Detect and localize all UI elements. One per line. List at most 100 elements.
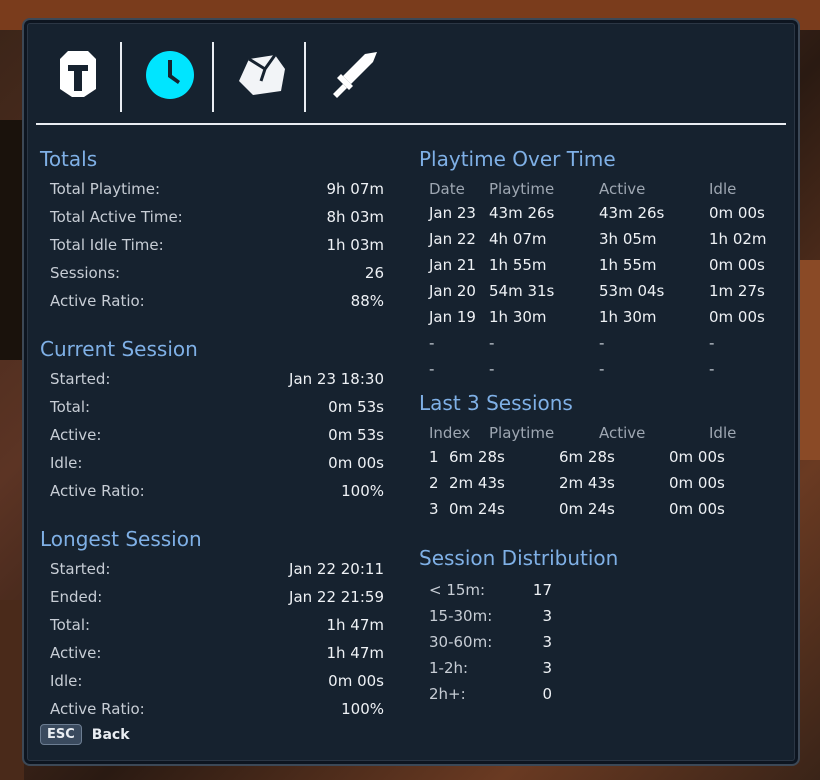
- longest-ended-label: Ended:: [50, 588, 103, 606]
- dist-value: 3: [542, 633, 552, 651]
- pot-cell: -: [709, 334, 715, 352]
- longest-session-title: Longest Session: [40, 527, 202, 551]
- pot-header-idle: Idle: [709, 180, 737, 198]
- ls-cell: 0m 24s: [559, 500, 615, 518]
- ls-cell: 0m 24s: [449, 500, 505, 518]
- pot-cell: 1h 55m: [489, 256, 547, 274]
- ls-cell: 0m 00s: [669, 448, 725, 466]
- ls-cell: 0m 00s: [669, 500, 725, 518]
- ls-cell: 2: [429, 474, 439, 492]
- tab-separator: [120, 42, 122, 112]
- longest-ended-value: Jan 22 21:59: [289, 588, 384, 606]
- totals-ratio-label: Active Ratio:: [50, 292, 145, 310]
- helmet-icon: [60, 51, 96, 97]
- pot-cell: 43m 26s: [489, 204, 555, 222]
- current-total-label: Total:: [50, 398, 91, 416]
- dist-value: 3: [542, 659, 552, 677]
- esc-key-badge: ESC: [40, 724, 82, 745]
- longest-total-label: Total:: [50, 616, 91, 634]
- totals-active-value: 8h 03m: [326, 208, 384, 226]
- stone-icon: [239, 54, 285, 95]
- totals-sessions-label: Sessions:: [50, 264, 121, 282]
- ls-cell: 2m 43s: [449, 474, 505, 492]
- dist-label: < 15m:: [429, 581, 486, 599]
- background-block: [0, 600, 24, 780]
- current-active-value: 0m 53s: [328, 426, 384, 444]
- pot-cell: -: [429, 334, 435, 352]
- totals-sessions-value: 26: [364, 264, 384, 282]
- back-label: Back: [91, 726, 130, 743]
- pot-cell: 54m 31s: [489, 282, 555, 300]
- clock-icon: [146, 51, 194, 99]
- pot-cell: -: [599, 360, 605, 378]
- tab-divider: [36, 123, 786, 125]
- longest-ratio-value: 100%: [341, 700, 384, 718]
- totals-idle-label: Total Idle Time:: [50, 236, 164, 254]
- pot-cell: 0m 00s: [709, 256, 765, 274]
- pot-cell: 1h 30m: [599, 308, 657, 326]
- stats-panel: Totals Total Playtime: 9h 07m Total Acti…: [22, 18, 800, 766]
- pot-cell: 0m 00s: [709, 204, 765, 222]
- pot-cell: Jan 21: [429, 256, 476, 274]
- tab-separator: [304, 42, 306, 112]
- current-idle-label: Idle:: [50, 454, 83, 472]
- totals-active-label: Total Active Time:: [50, 208, 183, 226]
- longest-started-value: Jan 22 20:11: [289, 560, 384, 578]
- ls-cell: 6m 28s: [449, 448, 505, 466]
- pot-cell: 1m 27s: [709, 282, 765, 300]
- tab-combat[interactable]: [312, 40, 396, 110]
- ls-cell: 2m 43s: [559, 474, 615, 492]
- pot-cell: -: [489, 334, 495, 352]
- tab-playtime[interactable]: [128, 40, 212, 110]
- longest-ratio-label: Active Ratio:: [50, 700, 145, 718]
- dist-label: 30-60m:: [429, 633, 493, 651]
- longest-idle-value: 0m 00s: [328, 672, 384, 690]
- back-button[interactable]: ESC Back: [40, 724, 130, 745]
- pot-cell: 4h 07m: [489, 230, 547, 248]
- current-total-value: 0m 53s: [328, 398, 384, 416]
- pot-cell: Jan 22: [429, 230, 476, 248]
- current-idle-value: 0m 00s: [328, 454, 384, 472]
- dist-value: 0: [542, 685, 552, 703]
- ls-cell: 3: [429, 500, 439, 518]
- ls-header-idle: Idle: [709, 424, 737, 442]
- pot-cell: 3h 05m: [599, 230, 657, 248]
- ls-header-index: Index: [429, 424, 471, 442]
- dist-label: 15-30m:: [429, 607, 493, 625]
- pot-cell: 1h 02m: [709, 230, 767, 248]
- pot-cell: 1h 55m: [599, 256, 657, 274]
- pot-cell: Jan 20: [429, 282, 476, 300]
- totals-title: Totals: [40, 147, 98, 171]
- pot-cell: -: [599, 334, 605, 352]
- totals-idle-value: 1h 03m: [326, 236, 384, 254]
- dist-label: 1-2h:: [429, 659, 469, 677]
- totals-playtime-label: Total Playtime:: [50, 180, 161, 198]
- dist-label: 2h+:: [429, 685, 466, 703]
- pot-cell: -: [489, 360, 495, 378]
- ls-cell: 6m 28s: [559, 448, 615, 466]
- pot-cell: Jan 23: [429, 204, 476, 222]
- tab-resources[interactable]: [220, 40, 304, 110]
- longest-active-value: 1h 47m: [326, 644, 384, 662]
- ls-header-active: Active: [599, 424, 646, 442]
- ls-header-playtime: Playtime: [489, 424, 555, 442]
- tab-equipment[interactable]: [36, 40, 120, 110]
- current-ratio-value: 100%: [341, 482, 384, 500]
- current-session-title: Current Session: [40, 337, 198, 361]
- current-ratio-label: Active Ratio:: [50, 482, 145, 500]
- ls-cell: 0m 00s: [669, 474, 725, 492]
- current-started-label: Started:: [50, 370, 111, 388]
- pot-cell: 53m 04s: [599, 282, 665, 300]
- background-block: [0, 120, 24, 360]
- pot-cell: -: [709, 360, 715, 378]
- playtime-over-time-title: Playtime Over Time: [419, 147, 616, 171]
- pot-cell: 43m 26s: [599, 204, 665, 222]
- ls-cell: 1: [429, 448, 439, 466]
- distribution-title: Session Distribution: [419, 546, 619, 570]
- pot-header-active: Active: [599, 180, 646, 198]
- tab-bar: [36, 40, 786, 120]
- pot-cell: 1h 30m: [489, 308, 547, 326]
- current-started-value: Jan 23 18:30: [289, 370, 384, 388]
- dist-value: 17: [532, 581, 552, 599]
- pot-cell: -: [429, 360, 435, 378]
